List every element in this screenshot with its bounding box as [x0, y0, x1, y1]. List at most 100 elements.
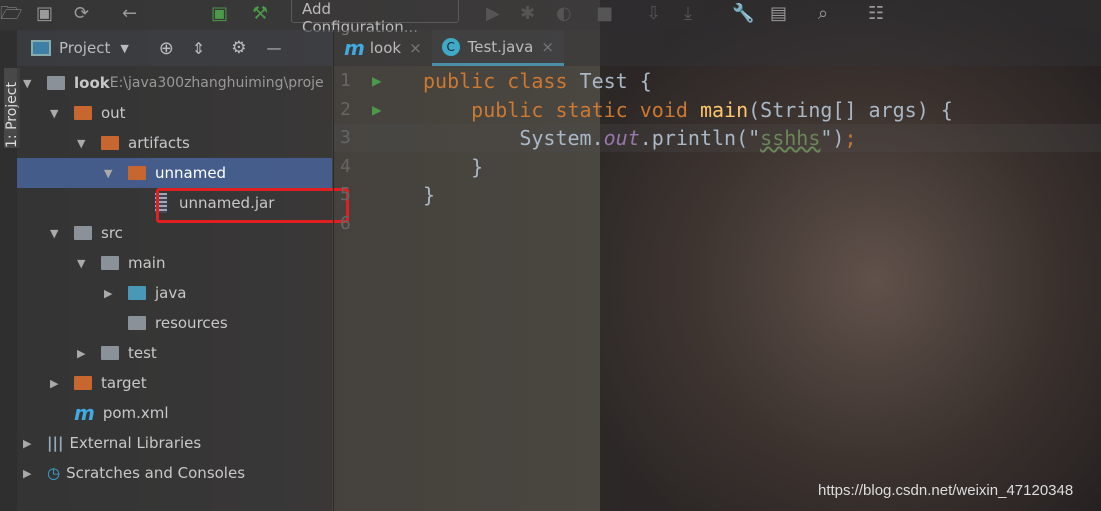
folder-orange-icon [74, 106, 92, 120]
resources-folder-icon [128, 316, 146, 330]
coverage-icon[interactable]: ◐ [556, 3, 572, 25]
code-text: public static void main(String[] args) { [423, 97, 953, 122]
line-number: 1 [340, 70, 351, 91]
tree-item-label: look [74, 74, 110, 92]
tree-item[interactable]: ▼ look E:\java300zhanghuiming\proje [17, 68, 332, 98]
build-hammer-icon[interactable]: ⚒ [252, 3, 268, 25]
tree-item-label: External Libraries [69, 434, 202, 452]
tree-item-label: resources [155, 314, 228, 332]
collapse-all-icon[interactable]: ⇕ [192, 39, 205, 58]
expanded-arrow-icon[interactable]: ▼ [104, 167, 118, 180]
code-line: 5} [334, 181, 1101, 209]
tab-test-java[interactable]: C Test.java × [431, 30, 564, 66]
collapsed-arrow-icon[interactable]: ▶ [23, 467, 37, 480]
tree-item[interactable]: ▼ artifacts [17, 128, 332, 158]
tree-item-label: out [101, 104, 126, 122]
add-configuration-button[interactable]: Add Configuration... [291, 0, 459, 36]
highlight-box [156, 188, 349, 223]
project-structure-icon[interactable]: ▤ [770, 3, 787, 25]
watermark: https://blog.csdn.net/weixin_47120348 [818, 482, 1074, 499]
stop-icon[interactable]: ■ [596, 3, 613, 25]
expanded-arrow-icon[interactable]: ▼ [50, 227, 64, 240]
tree-item-label: unnamed [155, 164, 227, 182]
line-number: 6 [340, 213, 351, 234]
tree-item[interactable]: ▶ ◷ Scratches and Consoles [17, 458, 332, 488]
run-gutter-icon[interactable]: ▶ [372, 96, 382, 124]
tree-item-label: main [128, 254, 166, 272]
scratches-icon: ◷ [47, 464, 61, 482]
update-icon[interactable]: ⤓ [684, 3, 692, 25]
folder-icon [101, 256, 119, 270]
code-line: 2 ▶ public static void main(String[] args… [334, 96, 1101, 124]
tab-label: look [369, 39, 402, 57]
tree-item[interactable]: ▼ out [17, 98, 332, 128]
line-number: 5 [340, 184, 351, 206]
tree-item[interactable]: ▶ target [17, 368, 332, 398]
expanded-arrow-icon[interactable]: ▼ [77, 257, 91, 270]
sdk-manager-icon[interactable]: ☷ [868, 3, 884, 25]
chevron-down-icon[interactable]: ▼ [120, 42, 128, 55]
collapsed-arrow-icon[interactable]: ▶ [23, 437, 37, 450]
tree-item[interactable]: ▼ unnamed [17, 158, 332, 188]
tool-window-strip: 1: Project [0, 30, 20, 511]
run-config-icon[interactable]: ▣ [211, 3, 228, 25]
run-icon[interactable]: ▶ [486, 3, 500, 25]
folder-icon [74, 226, 92, 240]
open-folder-icon[interactable]: 🗁 [0, 3, 22, 25]
tree-item-label: pom.xml [102, 404, 169, 422]
expanded-arrow-icon[interactable]: ▼ [50, 107, 64, 120]
close-icon[interactable]: × [541, 38, 554, 56]
project-panel: Project ▼ ⊕ ⇕ ⚙ — ▼ look E:\java300zhangh… [17, 30, 332, 511]
tree-item[interactable]: ▶ java [17, 278, 332, 308]
gear-icon[interactable]: ⚙ [231, 38, 246, 58]
code-line: 4 } [334, 153, 1101, 181]
project-panel-header: Project ▼ ⊕ ⇕ ⚙ — [17, 30, 332, 66]
code-line: 6 [334, 210, 1101, 238]
build-icon[interactable]: ⇩ [646, 3, 661, 25]
line-number: 2 [340, 98, 351, 120]
folder-orange-icon [74, 376, 92, 390]
tree-item-label: artifacts [128, 134, 190, 152]
tree-item[interactable]: ▶ ||| External Libraries [17, 428, 332, 458]
editor: m look × C Test.java × 1 ▶ public class Te… [333, 30, 1101, 511]
search-icon[interactable]: ⌕ [818, 3, 828, 25]
sync-icon[interactable]: ⟳ [74, 3, 89, 25]
module-folder-icon [47, 76, 65, 90]
source-folder-icon [128, 286, 146, 300]
tree-item-path: E:\java300zhanghuiming\proje [109, 75, 324, 91]
project-view-selector[interactable]: Project [59, 39, 110, 57]
main-toolbar: 🗁 ▣ ⟳ ← ▣ ⚒ Add Configuration... ▶ ✱ ◐ ■… [0, 0, 1101, 36]
code-text: } [423, 154, 484, 179]
run-gutter-icon[interactable]: ▶ [372, 67, 382, 95]
minimize-icon[interactable]: — [267, 39, 282, 57]
tree-item-label: src [101, 224, 123, 242]
folder-orange-icon [101, 136, 119, 150]
tree-item[interactable]: resources [17, 308, 332, 338]
save-icon[interactable]: ▣ [36, 3, 53, 25]
settings-wrench-icon[interactable]: 🔧 [732, 3, 754, 25]
java-class-icon: C [441, 37, 460, 56]
line-number: 3 [340, 127, 351, 149]
tree-item[interactable]: ▼ main [17, 248, 332, 278]
collapsed-arrow-icon[interactable]: ▶ [77, 347, 91, 360]
code-line: 1 ▶ public class Test { [334, 67, 1101, 95]
debug-icon[interactable]: ✱ [520, 3, 535, 25]
collapsed-arrow-icon[interactable]: ▶ [104, 287, 118, 300]
locate-icon[interactable]: ⊕ [159, 38, 174, 59]
tree-item[interactable]: ▶ test [17, 338, 332, 368]
code-text: public class Test { [423, 69, 652, 93]
editor-tabs: m look × C Test.java × [334, 30, 1101, 66]
tree-item-label: target [101, 374, 147, 392]
expanded-arrow-icon[interactable]: ▼ [77, 137, 91, 150]
collapsed-arrow-icon[interactable]: ▶ [50, 377, 64, 390]
code-text: } [423, 183, 436, 208]
close-icon[interactable]: × [409, 39, 422, 57]
tree-item-label: java [155, 284, 187, 302]
tab-look[interactable]: m look × [334, 30, 432, 66]
expanded-arrow-icon[interactable]: ▼ [23, 77, 37, 90]
tree-item-label: Scratches and Consoles [66, 464, 246, 482]
back-arrow-icon[interactable]: ← [122, 3, 137, 25]
project-view-icon [31, 40, 51, 56]
line-number: 4 [340, 155, 351, 177]
tree-item[interactable]: m pom.xml [17, 398, 332, 428]
